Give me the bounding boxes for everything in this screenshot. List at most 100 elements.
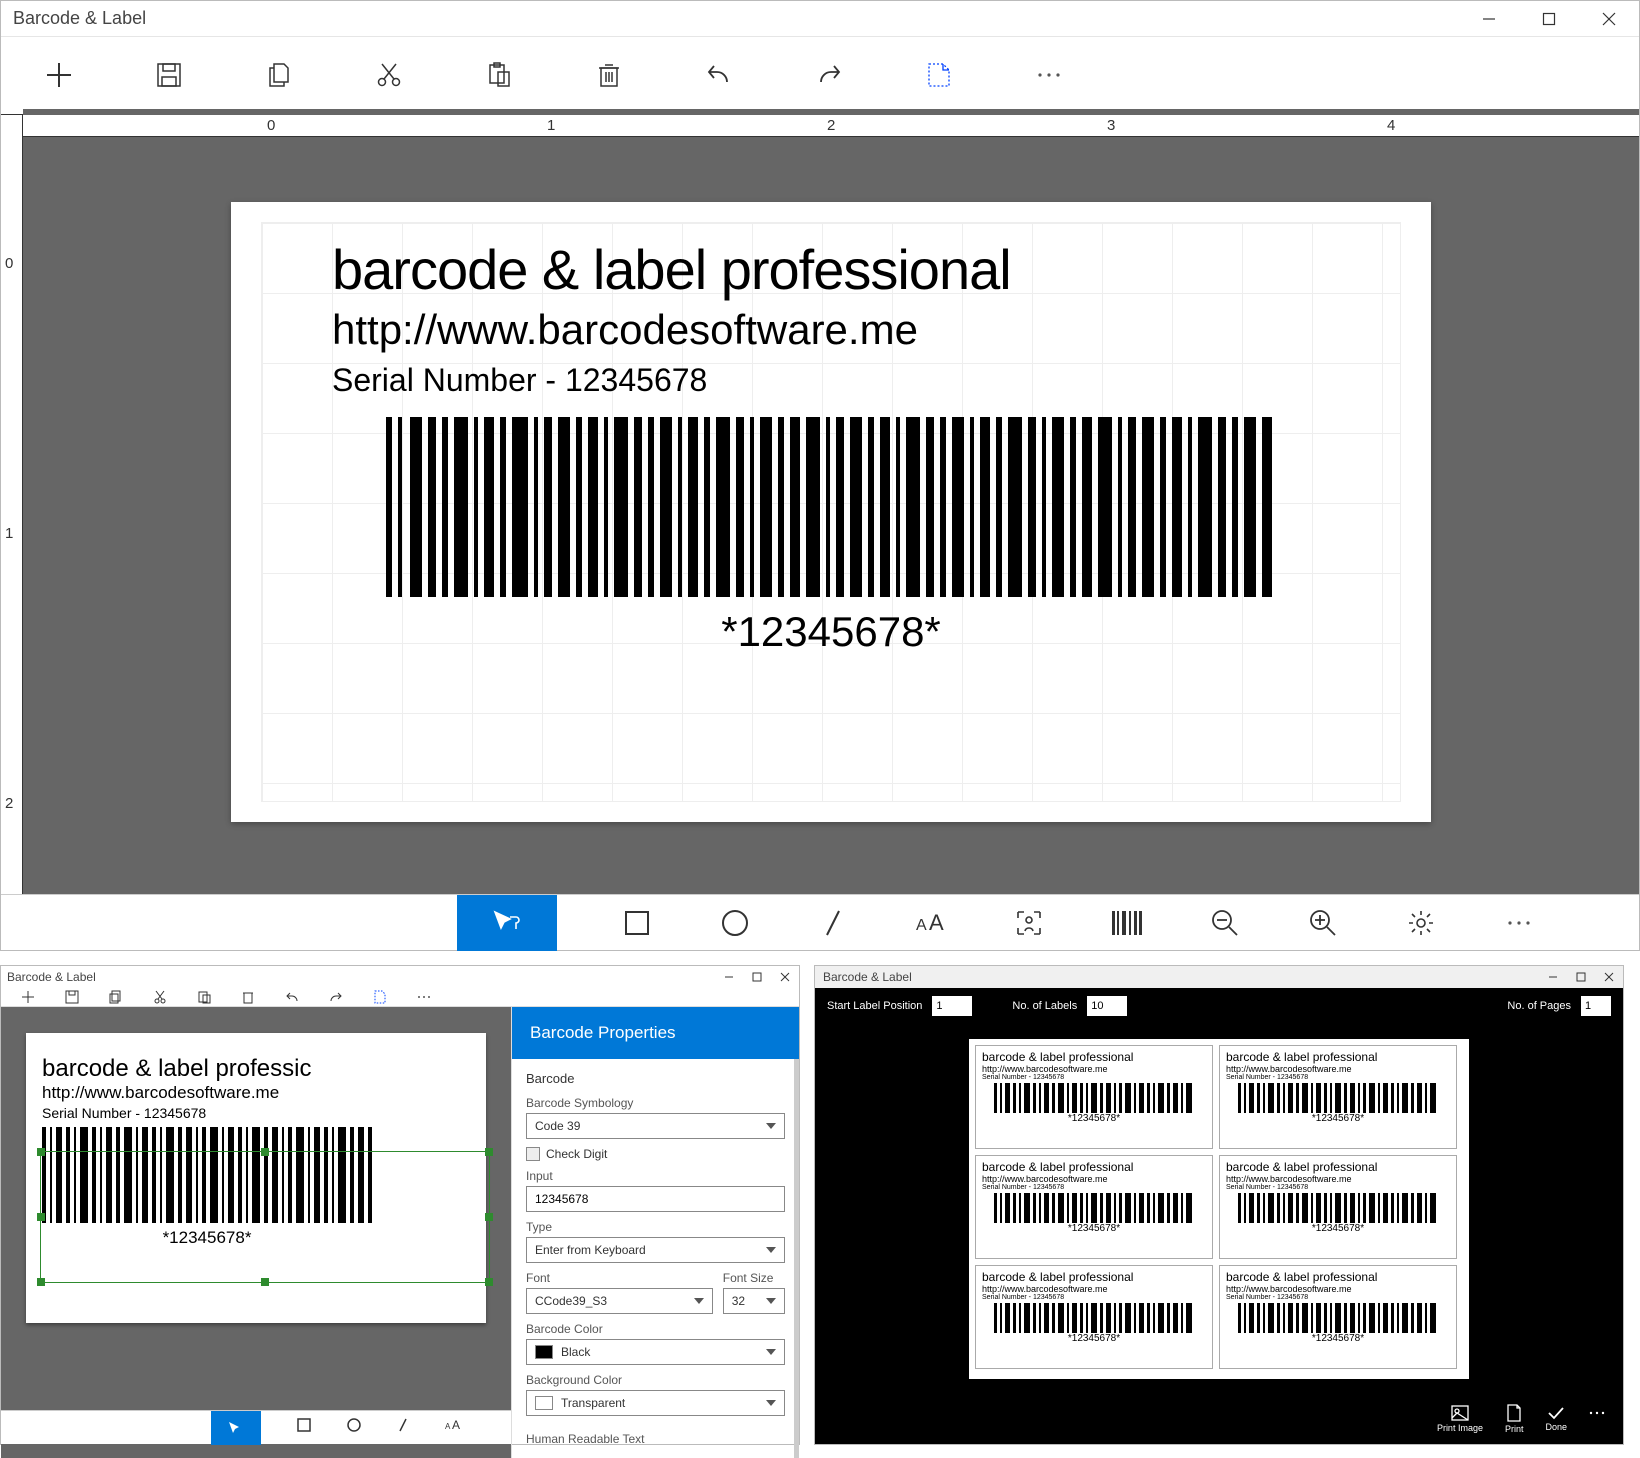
selection-box[interactable] bbox=[40, 1151, 490, 1283]
mini-save-button[interactable] bbox=[63, 988, 81, 1006]
start-position-input[interactable] bbox=[932, 996, 972, 1016]
barcode-color-select[interactable]: Black bbox=[526, 1339, 785, 1365]
mini-text-tool[interactable]: AA bbox=[445, 1418, 461, 1437]
barcode-object[interactable]: *12345678* bbox=[332, 417, 1330, 656]
ruler-v-1: 1 bbox=[5, 525, 13, 542]
label-serial[interactable]: Serial Number - 12345678 bbox=[332, 362, 1330, 399]
bg-color-select[interactable]: Transparent bbox=[526, 1390, 785, 1416]
copy-button[interactable] bbox=[261, 57, 297, 93]
print-more-button[interactable] bbox=[1589, 1411, 1605, 1427]
close-button[interactable] bbox=[1579, 1, 1639, 37]
print-cell: barcode & label professionalhttp://www.b… bbox=[1219, 1045, 1457, 1149]
print-sheet: barcode & label professionalhttp://www.b… bbox=[969, 1039, 1469, 1379]
mini-copy-button[interactable] bbox=[107, 988, 125, 1006]
tool-palette: AA bbox=[1, 894, 1639, 950]
more-tools-button[interactable] bbox=[1501, 905, 1537, 941]
symbology-label: Barcode Symbology bbox=[526, 1096, 785, 1110]
mini-redo-button[interactable] bbox=[327, 988, 345, 1006]
ruler-h-1: 1 bbox=[547, 117, 555, 134]
mini-toolbar bbox=[1, 988, 799, 1007]
marquee-button[interactable] bbox=[921, 57, 957, 93]
check-digit-checkbox[interactable]: Check Digit bbox=[526, 1147, 785, 1161]
minimize-button[interactable] bbox=[1459, 1, 1519, 37]
label-card[interactable]: barcode & label professional http://www.… bbox=[231, 202, 1431, 822]
properties-group: Barcode bbox=[526, 1071, 785, 1086]
chevron-down-icon bbox=[766, 1247, 776, 1253]
new-button[interactable] bbox=[41, 57, 77, 93]
print-preview-body[interactable]: barcode & label professionalhttp://www.b… bbox=[815, 1024, 1623, 1394]
mini-close-button[interactable] bbox=[771, 966, 799, 988]
properties-window: Barcode & Label barcode & label professi… bbox=[0, 965, 800, 1445]
font-label: Font bbox=[526, 1271, 713, 1285]
label-count-label: No. of Labels bbox=[1012, 1000, 1077, 1012]
mini-select-tool[interactable] bbox=[211, 1411, 261, 1445]
ellipse-tool[interactable] bbox=[717, 905, 753, 941]
cut-button[interactable] bbox=[371, 57, 407, 93]
mini-marquee-button[interactable] bbox=[371, 988, 389, 1006]
mini-more-button[interactable] bbox=[415, 988, 433, 1006]
mini-canvas[interactable]: barcode & label professic http://www.bar… bbox=[1, 1007, 511, 1458]
ruler-h-3: 3 bbox=[1107, 117, 1115, 134]
label-count-input[interactable] bbox=[1087, 996, 1127, 1016]
svg-text:A: A bbox=[916, 917, 927, 934]
label-url[interactable]: http://www.barcodesoftware.me bbox=[332, 306, 1330, 354]
maximize-button[interactable] bbox=[1519, 1, 1579, 37]
symbology-select[interactable]: Code 39 bbox=[526, 1113, 785, 1139]
chevron-down-icon bbox=[766, 1400, 776, 1406]
font-select[interactable]: CCode39_S3 bbox=[526, 1288, 713, 1314]
mini-paste-button[interactable] bbox=[195, 988, 213, 1006]
canvas[interactable]: barcode & label professional http://www.… bbox=[23, 109, 1639, 894]
mini-label-title: barcode & label professic bbox=[42, 1055, 470, 1083]
type-select[interactable]: Enter from Keyboard bbox=[526, 1237, 785, 1263]
barcode-tool[interactable] bbox=[1109, 905, 1145, 941]
save-button[interactable] bbox=[151, 57, 187, 93]
pages-input[interactable] bbox=[1581, 996, 1611, 1016]
undo-button[interactable] bbox=[701, 57, 737, 93]
chevron-down-icon bbox=[694, 1298, 704, 1304]
ruler-v-0: 0 bbox=[5, 255, 13, 272]
ruler-h-4: 4 bbox=[1387, 117, 1395, 134]
print-image-button[interactable]: Print Image bbox=[1437, 1405, 1483, 1433]
pages-label: No. of Pages bbox=[1507, 1000, 1571, 1012]
titlebar: Barcode & Label bbox=[1, 1, 1639, 37]
zoom-out-button[interactable] bbox=[1207, 905, 1243, 941]
print-close-button[interactable] bbox=[1595, 966, 1623, 988]
mini-undo-button[interactable] bbox=[283, 988, 301, 1006]
mini-label-url: http://www.barcodesoftware.me bbox=[42, 1083, 470, 1103]
mini-label-serial: Serial Number - 12345678 bbox=[42, 1105, 470, 1121]
text-tool[interactable]: AA bbox=[913, 905, 949, 941]
print-minimize-button[interactable] bbox=[1539, 966, 1567, 988]
scrollbar[interactable] bbox=[794, 1059, 799, 1458]
barcode-icon bbox=[386, 417, 1276, 597]
print-titlebar: Barcode & Label bbox=[815, 966, 1623, 988]
mini-cut-button[interactable] bbox=[151, 988, 169, 1006]
settings-button[interactable] bbox=[1403, 905, 1439, 941]
mini-rectangle-tool[interactable] bbox=[297, 1418, 311, 1437]
mini-ellipse-tool[interactable] bbox=[347, 1418, 361, 1437]
mini-new-button[interactable] bbox=[19, 988, 37, 1006]
select-tool[interactable] bbox=[457, 895, 557, 951]
mini-line-tool[interactable] bbox=[397, 1418, 409, 1437]
mini-maximize-button[interactable] bbox=[743, 966, 771, 988]
input-field[interactable] bbox=[526, 1186, 785, 1212]
rectangle-tool[interactable] bbox=[619, 905, 655, 941]
mini-delete-button[interactable] bbox=[239, 988, 257, 1006]
redo-button[interactable] bbox=[811, 57, 847, 93]
main-toolbar bbox=[1, 37, 1639, 115]
mini-title: Barcode & Label bbox=[7, 970, 96, 984]
mini-label[interactable]: barcode & label professic http://www.bar… bbox=[26, 1033, 486, 1323]
image-tool[interactable] bbox=[1011, 905, 1047, 941]
line-tool[interactable] bbox=[815, 905, 851, 941]
fontsize-select[interactable]: 32 bbox=[723, 1288, 785, 1314]
delete-button[interactable] bbox=[591, 57, 627, 93]
more-button[interactable] bbox=[1031, 57, 1067, 93]
done-button[interactable]: Done bbox=[1545, 1406, 1567, 1432]
chevron-down-icon bbox=[766, 1298, 776, 1304]
print-button[interactable]: Print bbox=[1505, 1404, 1524, 1434]
label-title[interactable]: barcode & label professional bbox=[332, 237, 1330, 302]
zoom-in-button[interactable] bbox=[1305, 905, 1341, 941]
mini-minimize-button[interactable] bbox=[715, 966, 743, 988]
paste-button[interactable] bbox=[481, 57, 517, 93]
print-maximize-button[interactable] bbox=[1567, 966, 1595, 988]
app-title: Barcode & Label bbox=[13, 8, 146, 29]
